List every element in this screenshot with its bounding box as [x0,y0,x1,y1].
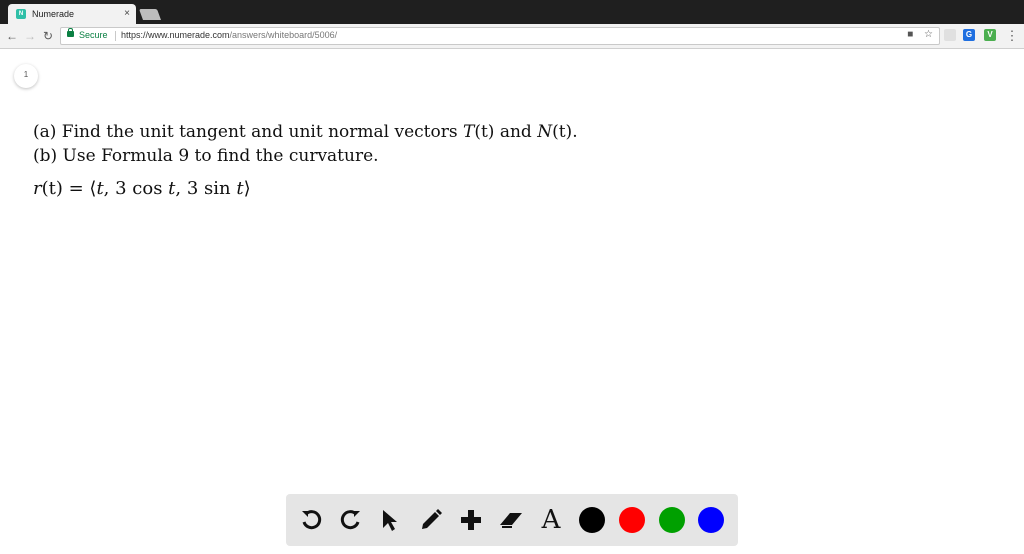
color-swatch-blue[interactable] [698,507,724,533]
part-a-T: T [462,122,475,142]
url-host: https://www.numerade.com [121,30,230,40]
color-swatch-red[interactable] [619,507,645,533]
browser-tab-strip: N Numerade × [0,0,1024,24]
browser-toolbar: ← → ↻ Secure https://www.numerade.com/an… [0,24,1024,49]
pencil-icon[interactable] [418,507,444,533]
plus-icon[interactable] [458,507,484,533]
part-a-N: N [537,122,553,142]
address-bar[interactable]: Secure https://www.numerade.com/answers/… [60,27,940,45]
part-a-t1: (t) [474,122,495,142]
part-a-text: (a) Find the unit tangent and unit norma… [33,120,578,144]
formula-cos: , 3 cos [103,178,169,199]
redo-icon[interactable] [338,507,364,533]
lock-icon [67,28,74,37]
part-a-and: and [494,122,538,142]
omnibox-icons: ■ ☆ [907,29,933,40]
color-swatch-green[interactable] [659,507,685,533]
camera-icon[interactable]: ■ [907,29,913,40]
forward-arrow-icon[interactable]: → [22,28,38,44]
tab-close-icon[interactable]: × [124,9,130,19]
back-arrow-icon[interactable]: ← [4,28,20,44]
whiteboard-toolbar: A [286,494,738,546]
reload-icon[interactable]: ↻ [40,28,56,44]
formula-lhs: (t) = ⟨ [41,178,97,199]
formula-r: r [33,178,42,199]
formula-t3: t [236,178,244,199]
pointer-arrow-icon[interactable] [377,507,403,533]
formula-sin: , 3 sin [175,178,237,199]
url-text: https://www.numerade.com/answers/whitebo… [121,30,337,40]
vector-function-formula: r(t) = ⟨t, 3 cos t, 3 sin t⟩ [33,178,251,199]
color-swatch-black[interactable] [579,507,605,533]
part-a-t2: (t). [552,122,578,142]
problem-statement: (a) Find the unit tangent and unit norma… [33,120,578,168]
extension-v-icon[interactable]: V [984,29,996,41]
page-number-badge[interactable]: 1 [14,64,38,88]
menu-dots-icon[interactable]: ⋮ [1004,28,1020,44]
url-path: /answers/whiteboard/5006/ [229,30,338,40]
numerade-favicon-icon: N [16,9,26,19]
browser-tab[interactable]: N Numerade × [8,4,136,24]
formula-t: t [96,178,104,199]
tab-title: Numerade [32,9,75,19]
text-tool-icon[interactable]: A [538,505,564,535]
extension-g-icon[interactable]: G [963,29,975,41]
address-separator [115,31,116,41]
new-tab-button[interactable] [138,9,162,20]
bookmark-star-icon[interactable]: ☆ [924,29,933,40]
secure-label: Secure [79,30,108,40]
eraser-icon[interactable] [498,507,524,533]
part-a-prefix: (a) Find the unit tangent and unit norma… [33,122,463,142]
extension-blank-icon[interactable] [944,29,956,41]
undo-icon[interactable] [298,507,324,533]
part-b-text: (b) Use Formula 9 to find the curvature. [33,146,379,166]
formula-end: ⟩ [243,178,251,199]
